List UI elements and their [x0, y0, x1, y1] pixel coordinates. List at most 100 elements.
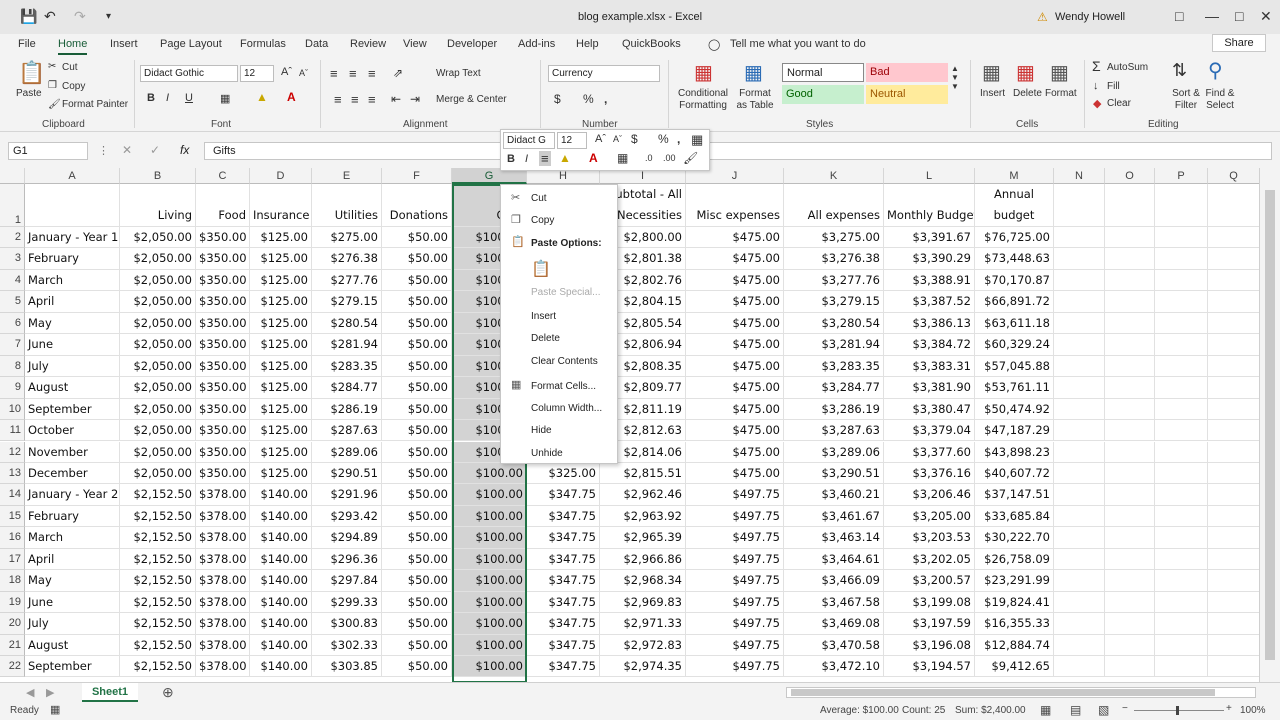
column-header-k[interactable]: K	[784, 168, 884, 184]
data-cell[interactable]	[1155, 591, 1208, 614]
data-cell[interactable]: $43,898.23	[975, 441, 1054, 463]
data-cell[interactable]	[1105, 441, 1155, 463]
data-cell[interactable]: $475.00	[686, 398, 784, 421]
data-cell[interactable]	[1208, 548, 1260, 571]
mini-comma-icon[interactable]: ,	[677, 132, 680, 146]
format-cells-button[interactable]: Format	[1045, 88, 1077, 99]
tab-help[interactable]: Help	[576, 38, 599, 50]
data-cell[interactable]	[1105, 656, 1155, 678]
data-cell[interactable]: $3,467.58	[784, 591, 884, 614]
data-cell[interactable]: $125.00	[250, 312, 312, 335]
accounting-format-icon[interactable]: $	[554, 92, 561, 106]
data-cell[interactable]: $50.00	[382, 548, 452, 571]
data-cell[interactable]	[1054, 420, 1105, 442]
data-cell[interactable]	[1208, 291, 1260, 313]
insert-cells-button[interactable]: Insert	[980, 88, 1005, 99]
data-cell[interactable]: $2,050.00	[120, 248, 196, 270]
row-header[interactable]: 14	[0, 484, 25, 506]
prev-sheet-icon[interactable]: ◀	[26, 686, 34, 699]
data-cell[interactable]	[1105, 312, 1155, 335]
data-cell[interactable]: $40,607.72	[975, 462, 1054, 485]
data-cell[interactable]: $2,966.86	[600, 548, 686, 571]
data-cell[interactable]: $50.00	[382, 505, 452, 528]
data-cell[interactable]	[1155, 634, 1208, 656]
header-cell-p[interactable]	[1155, 184, 1208, 227]
data-cell[interactable]	[1155, 248, 1208, 270]
column-header-d[interactable]: D	[250, 168, 312, 184]
data-cell[interactable]	[1105, 591, 1155, 614]
data-cell[interactable]	[1155, 227, 1208, 249]
row-header[interactable]: 19	[0, 591, 25, 614]
data-cell[interactable]: $100.00	[452, 484, 527, 506]
data-cell[interactable]: $16,355.33	[975, 613, 1054, 635]
data-cell[interactable]: $325.00	[527, 462, 600, 485]
data-cell[interactable]: $3,464.61	[784, 548, 884, 571]
data-cell[interactable]	[1208, 591, 1260, 614]
data-cell[interactable]: $497.75	[686, 634, 784, 656]
font-color-icon[interactable]: A	[287, 90, 296, 104]
data-cell[interactable]: $347.75	[527, 548, 600, 571]
header-cell-d[interactable]: Insurance	[250, 184, 312, 227]
data-cell[interactable]: $350.00	[196, 398, 250, 421]
middle-align-icon[interactable]: ≡	[349, 66, 357, 81]
clear-icon[interactable]: ◆	[1093, 97, 1101, 110]
data-cell[interactable]: $279.15	[312, 291, 382, 313]
find-select-icon[interactable]: ⚲	[1208, 58, 1223, 83]
data-cell[interactable]: $140.00	[250, 527, 312, 549]
menu-clear-contents[interactable]: Clear Contents	[531, 356, 598, 367]
row-header[interactable]: 6	[0, 312, 25, 335]
data-cell[interactable]: $497.75	[686, 548, 784, 571]
data-cell[interactable]	[1155, 377, 1208, 399]
data-cell[interactable]: $290.51	[312, 462, 382, 485]
align-left-icon[interactable]: ≡	[334, 92, 342, 107]
data-cell[interactable]: $3,289.06	[784, 441, 884, 463]
tab-page-layout[interactable]: Page Layout	[160, 38, 222, 50]
row-header[interactable]: 7	[0, 334, 25, 356]
data-cell[interactable]: $347.75	[527, 591, 600, 614]
row-label-cell[interactable]: December	[25, 462, 120, 485]
cut-icon[interactable]: ✂	[48, 61, 56, 72]
data-cell[interactable]: $3,280.54	[784, 312, 884, 335]
zoom-in-icon[interactable]: +	[1226, 703, 1232, 714]
tab-formulas[interactable]: Formulas	[240, 38, 286, 50]
data-cell[interactable]: $3,461.67	[784, 505, 884, 528]
format-as-table-icon[interactable]: ▦	[744, 60, 763, 85]
data-cell[interactable]	[1208, 398, 1260, 421]
row-header[interactable]: 10	[0, 398, 25, 421]
conditional-formatting-icon[interactable]: ▦	[694, 60, 713, 85]
data-cell[interactable]: $3,463.14	[784, 527, 884, 549]
tell-me-search[interactable]: Tell me what you want to do	[730, 38, 866, 50]
data-cell[interactable]	[1054, 227, 1105, 249]
data-cell[interactable]: $33,685.84	[975, 505, 1054, 528]
row-header[interactable]: 12	[0, 441, 25, 463]
data-cell[interactable]: $60,329.24	[975, 334, 1054, 356]
data-cell[interactable]: $475.00	[686, 227, 784, 249]
data-cell[interactable]: $3,470.58	[784, 634, 884, 656]
data-cell[interactable]	[1208, 420, 1260, 442]
data-cell[interactable]: $3,391.67	[884, 227, 975, 249]
zoom-slider[interactable]	[1134, 710, 1224, 711]
data-cell[interactable]: $3,279.15	[784, 291, 884, 313]
data-cell[interactable]: $347.75	[527, 613, 600, 635]
column-header-b[interactable]: B	[120, 168, 196, 184]
data-cell[interactable]: $125.00	[250, 334, 312, 356]
horizontal-scrollbar[interactable]	[786, 687, 1256, 698]
data-cell[interactable]: $50.00	[382, 656, 452, 678]
row-label-cell[interactable]: July	[25, 613, 120, 635]
mini-decrease-decimal-icon[interactable]: .00	[663, 153, 676, 163]
data-cell[interactable]: $50.00	[382, 441, 452, 463]
data-cell[interactable]: $125.00	[250, 377, 312, 399]
bold-icon[interactable]: B	[147, 92, 155, 104]
data-cell[interactable]: $140.00	[250, 484, 312, 506]
data-cell[interactable]: $347.75	[527, 505, 600, 528]
data-cell[interactable]: $2,972.83	[600, 634, 686, 656]
data-cell[interactable]: $3,275.00	[784, 227, 884, 249]
name-box[interactable]: G1	[8, 142, 88, 160]
header-cell-q[interactable]	[1208, 184, 1260, 227]
data-cell[interactable]: $3,194.57	[884, 656, 975, 678]
data-cell[interactable]: $275.00	[312, 227, 382, 249]
data-cell[interactable]: $2,965.39	[600, 527, 686, 549]
row-label-cell[interactable]: June	[25, 591, 120, 614]
row-header[interactable]: 16	[0, 527, 25, 549]
paste-button[interactable]: Paste	[16, 88, 42, 99]
